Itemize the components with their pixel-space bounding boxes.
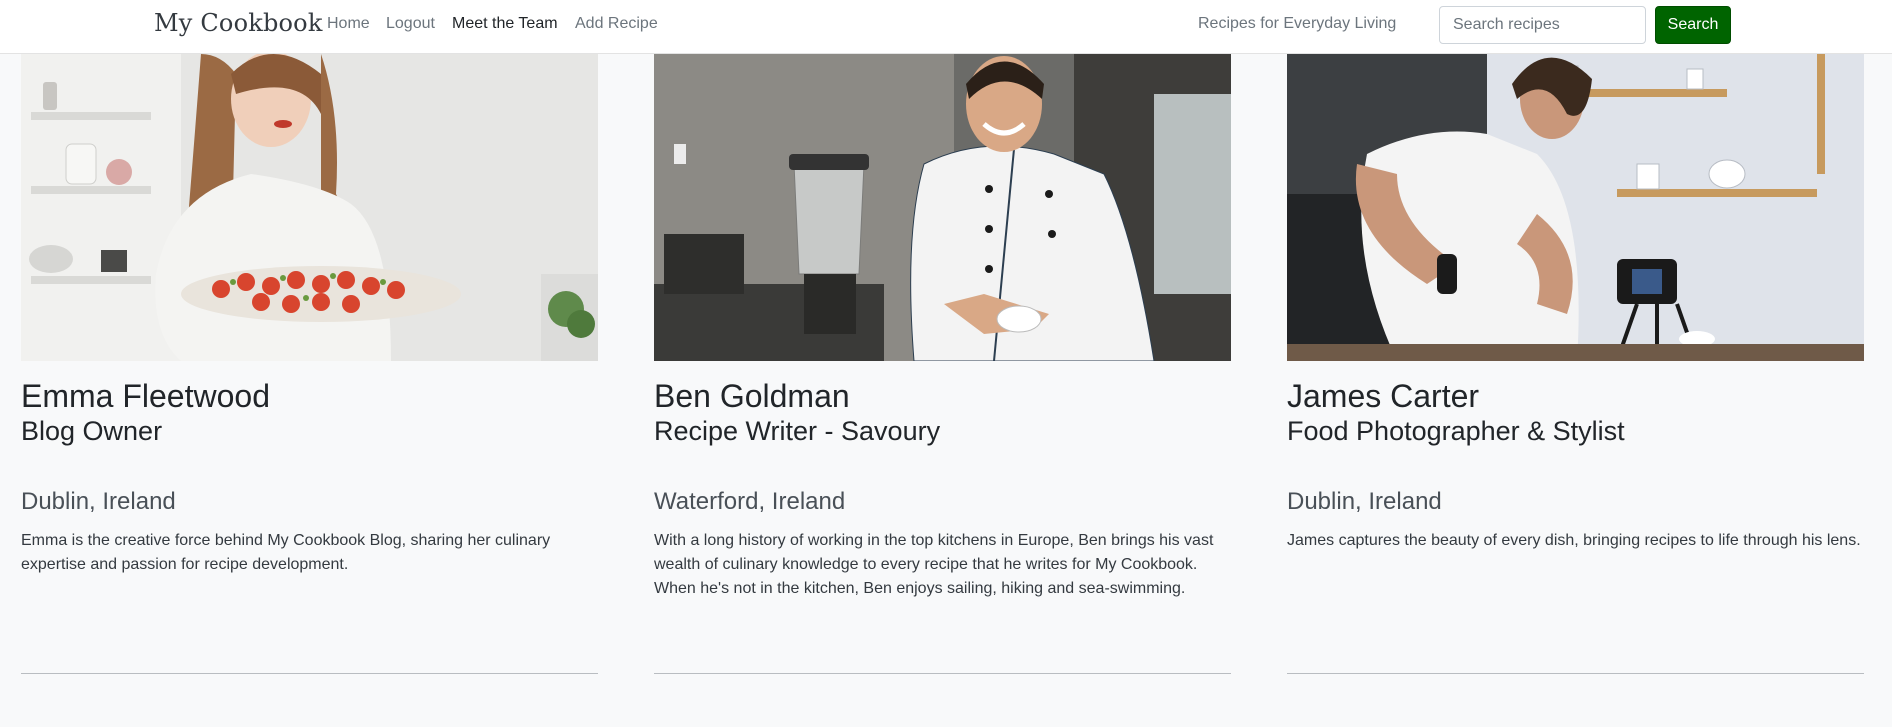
nav-meet-team-link[interactable]: Meet the Team	[452, 15, 558, 33]
card-divider	[1287, 673, 1864, 674]
card-divider	[654, 673, 1231, 674]
team-member-bio: Emma is the creative force behind My Coo…	[21, 532, 551, 573]
team-member-photo	[21, 54, 598, 361]
search-input[interactable]	[1439, 6, 1646, 44]
team-member-location: Dublin, Ireland	[1287, 488, 1442, 515]
team-member-role: Blog Owner	[21, 416, 163, 446]
nav-add-recipe-link[interactable]: Add Recipe	[575, 15, 658, 33]
team-member-photo	[654, 54, 1231, 361]
team-member-location: Waterford, Ireland	[654, 488, 846, 515]
nav-logout-link[interactable]: Logout	[386, 15, 435, 33]
team-member-name: Emma Fleetwood	[21, 378, 270, 414]
navbar: My Cookbook Home Logout Meet the Team Ad…	[0, 0, 1892, 54]
card-divider	[21, 673, 598, 674]
search-button[interactable]: Search	[1655, 6, 1731, 44]
team-member-name: James Carter	[1287, 378, 1480, 414]
site-tagline: Recipes for Everyday Living	[1198, 15, 1397, 32]
team-member-photo	[1287, 54, 1864, 361]
nav-home-link[interactable]: Home	[327, 15, 370, 33]
brand-logo[interactable]: My Cookbook	[154, 9, 323, 37]
team-member-bio: With a long history of working in the to…	[654, 532, 1214, 597]
team-member-role: Recipe Writer - Savoury	[654, 416, 941, 446]
team-member-location: Dublin, Ireland	[21, 488, 176, 515]
team-member-role: Food Photographer & Stylist	[1287, 416, 1625, 446]
team-member-bio: James captures the beauty of every dish,…	[1287, 532, 1861, 549]
team-member-name: Ben Goldman	[654, 378, 850, 414]
